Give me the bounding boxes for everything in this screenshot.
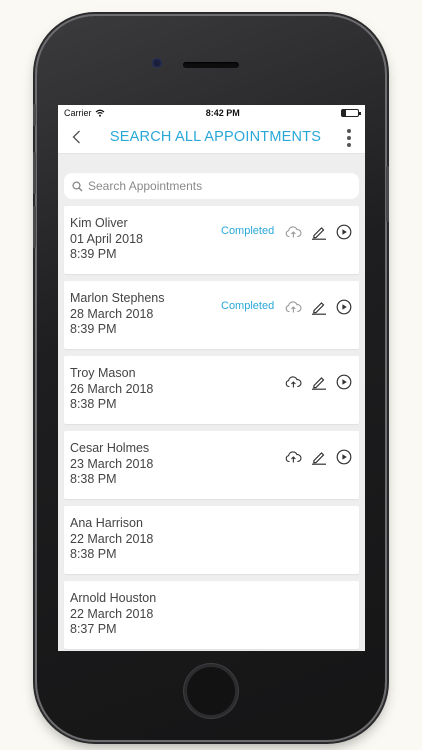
patient-name: Arnold Houston (70, 591, 157, 605)
home-button[interactable] (184, 664, 238, 718)
appointment-time: 8:38 PM (70, 397, 117, 411)
appointment-list: Kim Oliver 01 April 2018 8:39 PM Complet… (58, 199, 365, 649)
appointment-time: 8:38 PM (70, 547, 117, 561)
carrier-label: Carrier (64, 108, 92, 118)
page-title: SEARCH ALL APPOINTMENTS (109, 129, 322, 145)
appointment-card[interactable]: Ana Harrison 22 March 2018 8:38 PM (64, 506, 359, 574)
appointment-time: 8:39 PM (70, 247, 117, 261)
chevron-left-icon[interactable] (68, 128, 84, 146)
volume-up-button (33, 152, 36, 194)
mute-switch (33, 104, 36, 126)
search-bar[interactable] (64, 173, 359, 199)
status-bar: Carrier 8:42 PM (58, 105, 365, 121)
cloud-upload-icon[interactable] (285, 448, 302, 465)
wifi-icon (95, 109, 104, 117)
battery-icon (341, 109, 361, 117)
nav-bar: SEARCH ALL APPOINTMENTS (58, 121, 365, 154)
status-badge: Completed (221, 300, 275, 312)
appointment-card[interactable]: Marlon Stephens 28 March 2018 8:39 PM Co… (64, 281, 359, 349)
appointment-card[interactable]: Arnold Houston 22 March 2018 8:37 PM (64, 581, 359, 649)
appointment-card[interactable]: Kim Oliver 01 April 2018 8:39 PM Complet… (64, 206, 359, 274)
earpiece-speaker (183, 62, 239, 68)
play-circle-icon[interactable] (335, 448, 352, 465)
volume-down-button (33, 206, 36, 248)
cloud-upload-icon[interactable] (285, 298, 302, 315)
app-screen: Carrier 8:42 PM SEARCH ALL APPOINTMENTS (58, 105, 365, 651)
appointment-time: 8:39 PM (70, 322, 117, 336)
play-circle-icon[interactable] (335, 298, 352, 315)
search-input[interactable] (88, 179, 351, 193)
status-time: 8:42 PM (205, 108, 240, 118)
appointment-time: 8:38 PM (70, 472, 117, 486)
play-circle-icon[interactable] (335, 373, 352, 390)
phone-frame: Carrier 8:42 PM SEARCH ALL APPOINTMENTS (33, 16, 389, 740)
appointment-card[interactable]: Cesar Holmes 23 March 2018 8:38 PM (64, 431, 359, 499)
more-vertical-icon[interactable] (345, 128, 353, 148)
pencil-icon[interactable] (310, 223, 327, 240)
power-button (386, 166, 389, 222)
pencil-icon[interactable] (310, 448, 327, 465)
pencil-icon[interactable] (310, 373, 327, 390)
cloud-upload-icon[interactable] (285, 223, 302, 240)
appointment-time: 8:37 PM (70, 622, 117, 636)
cloud-upload-icon[interactable] (285, 373, 302, 390)
pencil-icon[interactable] (310, 298, 327, 315)
play-circle-icon[interactable] (335, 223, 352, 240)
status-badge: Completed (221, 225, 275, 237)
appointment-card[interactable]: Troy Mason 26 March 2018 8:38 PM (64, 356, 359, 424)
patient-name: Ana Harrison (70, 516, 143, 530)
search-icon (72, 180, 83, 191)
appointment-date: 22 March 2018 (70, 606, 154, 621)
front-camera (152, 58, 162, 68)
appointment-date: 22 March 2018 (70, 531, 154, 546)
